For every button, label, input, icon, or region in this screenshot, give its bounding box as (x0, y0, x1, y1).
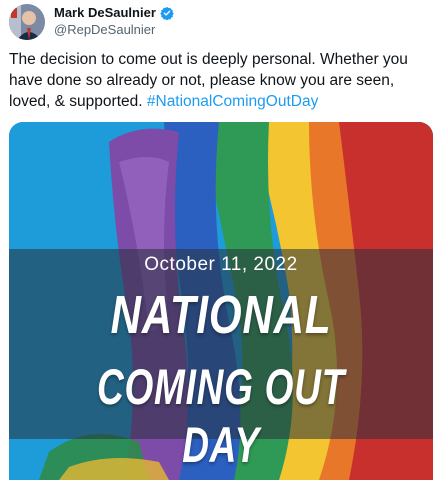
author-handle[interactable]: @RepDeSaulnier (54, 22, 155, 37)
author-name[interactable]: Mark DeSaulnier (54, 5, 156, 20)
event-title-line2: COMING OUT DAY (97, 359, 345, 473)
verified-badge-icon (160, 6, 174, 20)
tweet-text: The decision to come out is deeply perso… (9, 49, 433, 112)
tweet-header: Mark DeSaulnier @RepDeSaulnier (9, 3, 429, 47)
hashtag-link[interactable]: #NationalComingOutDay (147, 93, 318, 110)
avatar[interactable] (9, 4, 45, 40)
author-name-row[interactable]: Mark DeSaulnier (54, 5, 174, 20)
event-title-line1: NATIONAL (110, 285, 332, 345)
tweet-media-image[interactable]: October 11, 2022 NATIONAL COMING OUT DAY (9, 122, 433, 480)
event-date: October 11, 2022 (144, 254, 298, 275)
